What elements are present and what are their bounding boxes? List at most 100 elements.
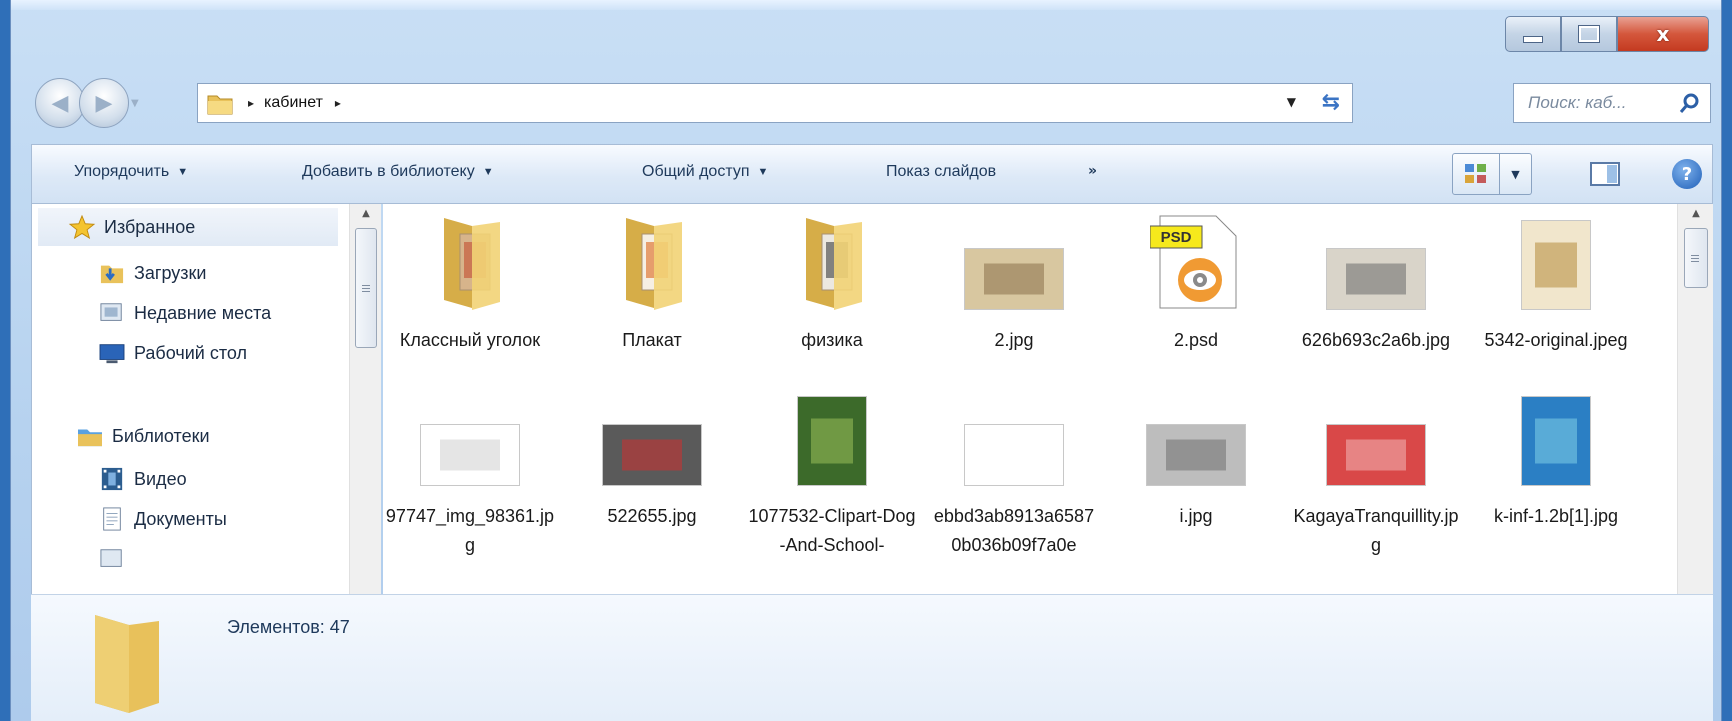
organize-button[interactable]: Упорядочить ▼ [74,163,188,181]
nav-item-libraries[interactable]: Библиотеки [76,418,210,454]
maximize-icon [1578,25,1600,43]
video-icon [101,467,123,491]
psd-file-icon: PSD [1111,210,1281,310]
large-folder-icon [95,615,159,713]
address-bar[interactable]: ▸ кабинет ▸ ▼ ⇆ [197,83,1353,123]
nav-label: Избранное [104,216,196,237]
organize-label: Упорядочить [74,163,170,180]
maximize-button[interactable] [1561,16,1617,52]
share-label: Общий доступ [642,163,750,180]
image-thumbnail [567,386,737,486]
view-icon [1465,164,1486,183]
change-view-button[interactable] [1452,153,1500,195]
recent-places-icon [100,303,122,321]
search-box[interactable]: Поиск: каб... [1513,83,1711,123]
scroll-up-arrow[interactable]: ▲ [350,208,382,219]
file-name: i.jpg [1179,506,1213,526]
image-thumbnail [385,386,555,486]
scroll-up-arrow[interactable]: ▲ [1678,208,1714,219]
back-arrow-icon: ◀ [51,90,69,116]
nav-label: Библиотеки [112,425,210,446]
file-name: 626b693c2a6b.jpg [1301,330,1451,350]
refresh-icon[interactable]: ⇆ [1322,90,1340,115]
nav-item-images-partial[interactable] [98,542,134,576]
chevron-down-icon: ▼ [1511,167,1520,181]
image-thumbnail [1471,386,1641,486]
share-button[interactable]: Общий доступ ▼ [642,163,768,181]
details-pane: Элементов: 47 [31,594,1713,721]
nav-label: Рабочий стол [134,342,247,363]
folder-icon [207,95,233,115]
breadcrumb-separator[interactable]: ▸ [248,96,254,110]
file-name: k-inf-1.2b[1].jpg [1493,506,1619,526]
help-icon[interactable]: ? [1672,159,1702,189]
desktop-icon [99,344,125,364]
nav-label: Документы [134,508,227,529]
command-bar: Упорядочить ▼ Добавить в библиотеку ▼ Общи… [31,144,1713,204]
chevron-down-icon: ▼ [757,166,769,178]
forward-button[interactable]: ▶ [79,78,129,128]
file-name: физика [801,330,863,350]
star-icon [68,215,96,239]
slideshow-button[interactable]: Показ слайдов [886,163,996,181]
image-thumbnail [1291,386,1461,486]
nav-buttons: ◀ ▶ ▼ [35,78,139,128]
image-thumbnail [1111,386,1281,486]
minimize-button[interactable] [1505,16,1561,52]
file-name: 1077532-Clipart-Dog-And-School- [748,506,916,555]
downloads-icon [100,265,124,284]
file-name: 5342-original.jpeg [1484,330,1628,350]
item-count: Элементов: 47 [227,617,350,637]
minimize-icon [1523,35,1543,43]
folder-icon [567,210,737,310]
nav-item-documents[interactable]: Документы [98,502,227,536]
folder-icon [747,210,917,310]
documents-icon [103,507,121,531]
back-button[interactable]: ◀ [35,78,85,128]
chevron-down-icon: ▼ [482,166,494,178]
breadcrumb-current[interactable]: кабинет [264,94,323,112]
nav-item-downloads[interactable]: Загрузки [98,256,206,290]
nav-item-video[interactable]: Видео [98,462,187,496]
file-name: Плакат [622,330,682,350]
image-thumbnail [929,210,1099,310]
file-name: KagayaTranquillity.jpg [1293,506,1459,555]
nav-item-favorites[interactable]: Избранное [38,208,338,246]
search-input[interactable]: Поиск: каб... [1528,93,1678,113]
nav-pane-scrollbar[interactable]: ▲ [349,204,381,594]
image-thumbnail [929,386,1099,486]
file-name: 522655.jpg [607,506,697,526]
address-dropdown-icon[interactable]: ▼ [1287,95,1296,109]
add-to-library-button[interactable]: Добавить в библиотеку ▼ [302,163,494,181]
file-name: ebbd3ab8913a65870b036b09f7a0e [933,506,1095,555]
folder-icon [385,210,555,310]
scroll-thumb[interactable] [1684,228,1708,288]
title-bar[interactable] [11,0,1721,10]
chevron-down-icon: ▼ [177,166,189,178]
preview-pane-icon[interactable] [1590,162,1620,186]
nav-item-desktop[interactable]: Рабочий стол [98,336,247,370]
close-icon: x [1656,22,1670,46]
explorer-window: x ◀ ▶ ▼ ▸ кабинет ▸ ▼ ⇆ Поиск: каб... Уп… [10,0,1722,721]
forward-arrow-icon: ▶ [95,90,113,116]
breadcrumb-separator-trailing[interactable]: ▸ [335,96,341,110]
file-name: Классный уголок [399,330,541,350]
image-thumbnail [747,386,917,486]
search-icon[interactable] [1678,91,1702,115]
scroll-thumb[interactable] [355,228,377,348]
libraries-icon [78,429,102,447]
images-icon [100,549,122,567]
file-name: 2.jpg [994,330,1034,350]
view-dropdown[interactable]: ▼ [1500,153,1532,195]
nav-item-recent[interactable]: Недавние места [98,296,271,330]
content-scrollbar[interactable]: ▲ [1677,204,1713,594]
nav-label: Загрузки [134,262,207,283]
psd-badge: PSD [1161,229,1192,246]
slideshow-label: Показ слайдов [886,163,997,180]
close-button[interactable]: x [1617,16,1709,52]
recent-pages-dropdown[interactable]: ▼ [131,98,139,109]
file-name: 97747_img_98361.jpg [385,506,555,555]
more-commands-button[interactable]: » [1088,163,1097,179]
nav-label: Недавние места [134,302,272,323]
nav-label: Видео [134,468,187,489]
